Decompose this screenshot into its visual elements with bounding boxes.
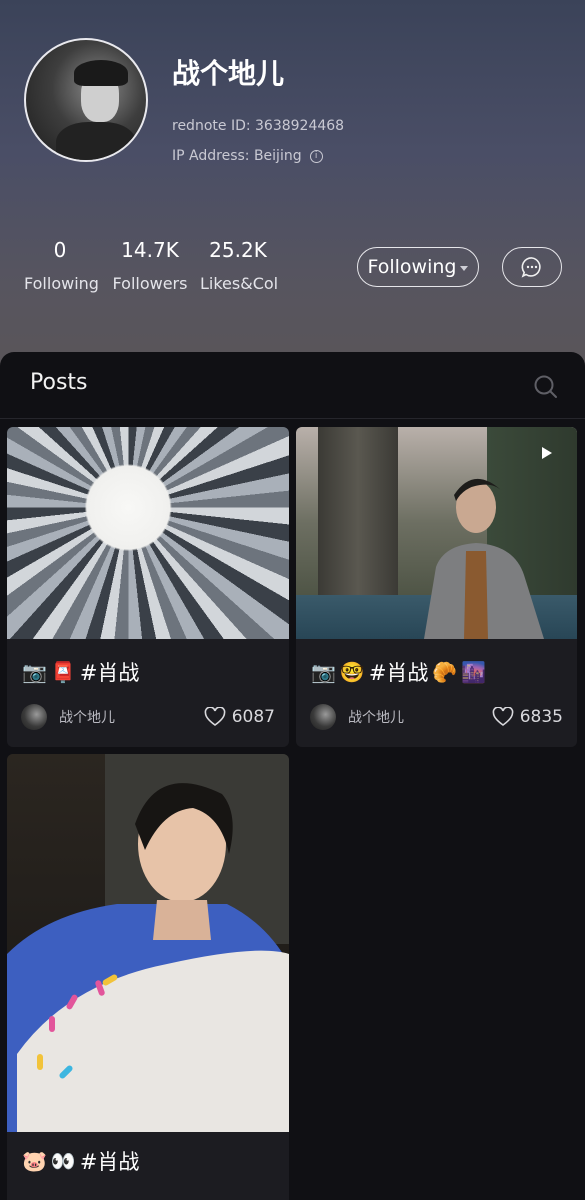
chat-bubble-icon: [521, 257, 541, 278]
stat-following[interactable]: 0 Following: [24, 238, 99, 293]
nerd-face-emoji: 🤓: [339, 660, 365, 684]
ip-address-label: IP Address: Beijing: [172, 148, 302, 164]
tab-posts[interactable]: Posts: [30, 370, 88, 395]
like-button[interactable]: 6835: [492, 707, 563, 727]
post-meta: 战个地儿 6087: [21, 704, 275, 730]
like-button[interactable]: 6087: [204, 707, 275, 727]
heart-icon: [492, 707, 514, 726]
stat-likes-label: Likes&Col: [200, 274, 279, 293]
like-count: 6835: [519, 707, 563, 727]
mailbox-emoji: 📮: [50, 660, 76, 684]
profile-avatar[interactable]: [24, 38, 148, 162]
posts-header: [0, 352, 585, 419]
rednote-id: rednote ID: 3638924468: [172, 118, 345, 134]
post-title-text: #肖战: [79, 661, 140, 685]
info-icon[interactable]: i: [309, 149, 323, 163]
following-button-label: Following: [367, 256, 457, 278]
author-name[interactable]: 战个地儿: [59, 707, 115, 727]
post-title: 📷 🤓 #肖战 🥐 🌆: [311, 657, 486, 687]
stat-followers-label: Followers: [112, 274, 188, 293]
croissant-emoji: 🥐: [432, 660, 458, 684]
play-icon: [542, 447, 552, 459]
post-title-text: #肖战: [368, 661, 429, 685]
stat-followers-value: 14.7K: [121, 238, 179, 262]
city-dusk-emoji: 🌆: [461, 660, 487, 684]
following-button[interactable]: Following: [357, 247, 479, 287]
post-meta: 战个地儿 6835: [310, 704, 563, 730]
post-image: [7, 754, 289, 1132]
stat-following-value: 0: [53, 238, 67, 262]
post-image: [296, 427, 577, 639]
post-card[interactable]: 📷 📮 #肖战 战个地儿 6087: [7, 427, 289, 747]
camera-emoji: 📷: [22, 660, 47, 684]
profile-nickname: 战个地儿: [172, 57, 285, 90]
author-name[interactable]: 战个地儿: [348, 707, 404, 727]
caret-down-icon: [460, 266, 469, 271]
heart-icon: [204, 707, 226, 726]
stat-following-label: Following: [24, 274, 99, 293]
pig-emoji: 🐷: [22, 1149, 47, 1173]
search-icon[interactable]: [533, 374, 559, 400]
ip-address: IP Address: Beijing i: [172, 148, 323, 164]
author-avatar[interactable]: [21, 704, 47, 730]
camera-emoji: 📷: [311, 660, 336, 684]
post-title: 🐷 👀 #肖战: [22, 1146, 139, 1176]
post-card[interactable]: 🐷 👀 #肖战: [7, 754, 289, 1200]
message-button[interactable]: [502, 247, 562, 287]
stat-followers[interactable]: 14.7K Followers: [112, 238, 188, 293]
stat-likes-value: 25.2K: [209, 238, 267, 262]
author-avatar[interactable]: [310, 704, 336, 730]
post-title-text: #肖战: [79, 1150, 140, 1174]
post-image: [7, 427, 289, 639]
eyes-emoji: 👀: [50, 1149, 76, 1173]
stat-likes[interactable]: 25.2K Likes&Col: [200, 238, 279, 293]
post-card[interactable]: 📷 🤓 #肖战 🥐 🌆 战个地儿 6835: [296, 427, 577, 747]
post-title: 📷 📮 #肖战: [22, 657, 139, 687]
like-count: 6087: [231, 707, 275, 727]
